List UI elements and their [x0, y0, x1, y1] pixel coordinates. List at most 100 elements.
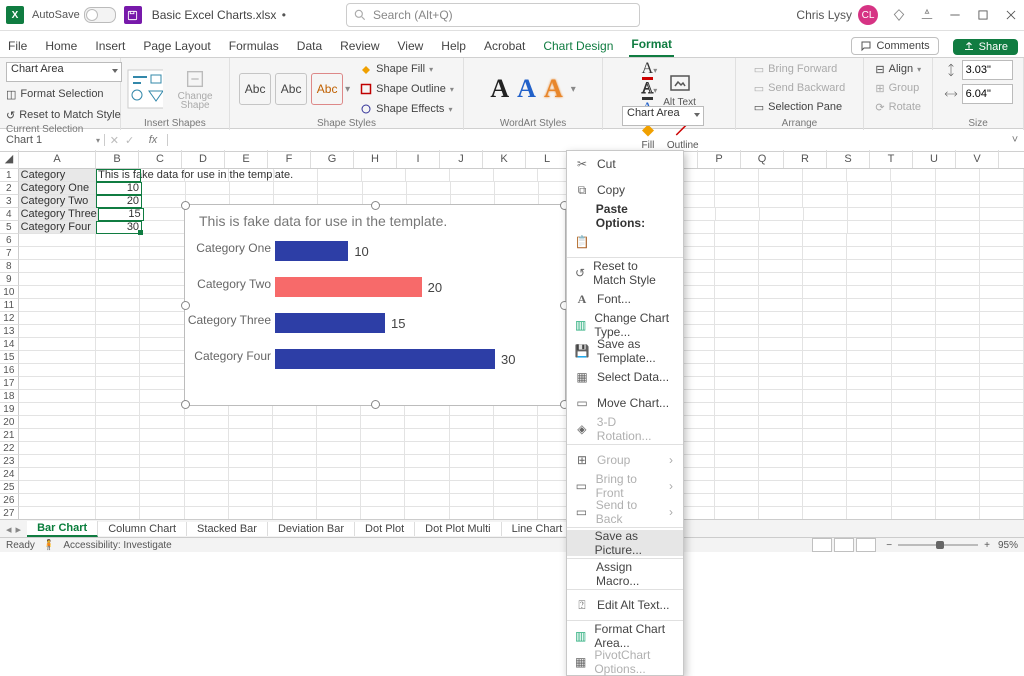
cell[interactable] [185, 416, 229, 429]
cell[interactable] [804, 208, 848, 221]
row-header[interactable]: 16 [0, 364, 19, 377]
cell[interactable] [229, 468, 273, 481]
cell[interactable] [317, 429, 361, 442]
cell[interactable] [715, 351, 759, 364]
cell[interactable] [848, 208, 892, 221]
cell[interactable] [142, 195, 186, 208]
cell[interactable] [96, 299, 140, 312]
cell[interactable] [759, 481, 803, 494]
cell[interactable] [96, 286, 140, 299]
cell[interactable] [19, 481, 97, 494]
ctx-assign-macro[interactable]: Assign Macro... [567, 561, 683, 587]
cell[interactable] [847, 377, 891, 390]
search-input[interactable]: Search (Alt+Q) [346, 3, 640, 27]
cell[interactable] [759, 416, 803, 429]
cell[interactable] [892, 338, 936, 351]
cell[interactable] [980, 234, 1024, 247]
column-header[interactable]: S [827, 150, 870, 168]
cell[interactable] [936, 481, 980, 494]
tab-prev-icon[interactable]: ◂ [6, 523, 12, 536]
cell[interactable] [140, 377, 184, 390]
comments-button[interactable]: Comments [851, 37, 938, 55]
cell[interactable] [803, 169, 847, 182]
cell[interactable] [803, 442, 847, 455]
cell[interactable] [847, 312, 891, 325]
cell[interactable] [19, 468, 97, 481]
ctx-change-chart-type[interactable]: ▥Change Chart Type... [567, 312, 683, 338]
cell[interactable] [936, 247, 980, 260]
cell[interactable] [803, 273, 847, 286]
row-header[interactable]: 13 [0, 325, 19, 338]
cell[interactable] [450, 494, 494, 507]
ribbon-tab-data[interactable]: Data [295, 35, 324, 57]
chart-bar[interactable] [275, 277, 422, 297]
cell[interactable] [936, 442, 980, 455]
cell[interactable] [96, 364, 140, 377]
sheet-tab-dot-plot[interactable]: Dot Plot [355, 522, 415, 536]
cell[interactable] [892, 260, 936, 273]
cell[interactable] [96, 481, 140, 494]
cell[interactable] [185, 455, 229, 468]
account-name[interactable]: Chris Lysy [796, 8, 852, 22]
cell[interactable] [760, 208, 804, 221]
cell[interactable] [494, 429, 538, 442]
cell[interactable] [96, 468, 140, 481]
cell[interactable] [140, 455, 184, 468]
row-header[interactable]: 4 [0, 208, 19, 221]
cell[interactable] [96, 416, 140, 429]
cell[interactable] [980, 442, 1024, 455]
ctx-format-chart-area[interactable]: ▥Format Chart Area... [567, 623, 683, 649]
normal-view-button[interactable] [812, 538, 832, 552]
cell[interactable] [759, 351, 803, 364]
cell[interactable] [892, 416, 936, 429]
cell[interactable] [186, 182, 230, 195]
cell[interactable] [803, 364, 847, 377]
cell[interactable] [318, 182, 362, 195]
cell[interactable] [141, 169, 185, 182]
cell[interactable] [140, 481, 184, 494]
cell[interactable] [759, 312, 803, 325]
cell[interactable] [759, 234, 803, 247]
cell[interactable]: 30 [96, 221, 142, 234]
row-header[interactable]: 21 [0, 429, 19, 442]
column-header[interactable]: C [139, 150, 182, 168]
cell[interactable] [980, 169, 1024, 182]
cell[interactable] [803, 286, 847, 299]
cell[interactable] [140, 429, 184, 442]
cell[interactable] [361, 455, 405, 468]
cell[interactable] [980, 403, 1024, 416]
cell[interactable] [405, 455, 449, 468]
cell[interactable] [980, 390, 1024, 403]
cell[interactable] [19, 234, 97, 247]
cell[interactable] [96, 273, 140, 286]
cell[interactable] [936, 377, 980, 390]
reset-match-style-button[interactable]: ↺Reset to Match Style [6, 106, 121, 124]
cell[interactable] [19, 325, 97, 338]
cell[interactable] [405, 494, 449, 507]
cell[interactable] [936, 325, 980, 338]
cell[interactable] [450, 169, 494, 182]
cell[interactable] [892, 403, 936, 416]
row-header[interactable]: 25 [0, 481, 19, 494]
cell[interactable] [96, 455, 140, 468]
cell[interactable] [229, 442, 273, 455]
cell[interactable]: Category One [19, 182, 96, 195]
cell[interactable] [361, 468, 405, 481]
cell[interactable] [142, 182, 186, 195]
cell[interactable] [715, 377, 759, 390]
cell[interactable] [317, 468, 361, 481]
cell[interactable] [450, 468, 494, 481]
cell[interactable] [847, 494, 891, 507]
cell[interactable] [803, 299, 847, 312]
cell[interactable] [759, 273, 803, 286]
cell[interactable] [980, 468, 1024, 481]
cell[interactable] [936, 416, 980, 429]
autosave-toggle[interactable] [84, 7, 116, 23]
cell[interactable] [716, 208, 760, 221]
accessibility-icon[interactable]: 🧍 [43, 540, 55, 551]
cell[interactable] [936, 429, 980, 442]
cell[interactable] [273, 468, 317, 481]
chart-bar[interactable] [275, 241, 348, 261]
ctx-reset-style[interactable]: ↺Reset to Match Style [567, 260, 683, 286]
cell[interactable] [450, 455, 494, 468]
